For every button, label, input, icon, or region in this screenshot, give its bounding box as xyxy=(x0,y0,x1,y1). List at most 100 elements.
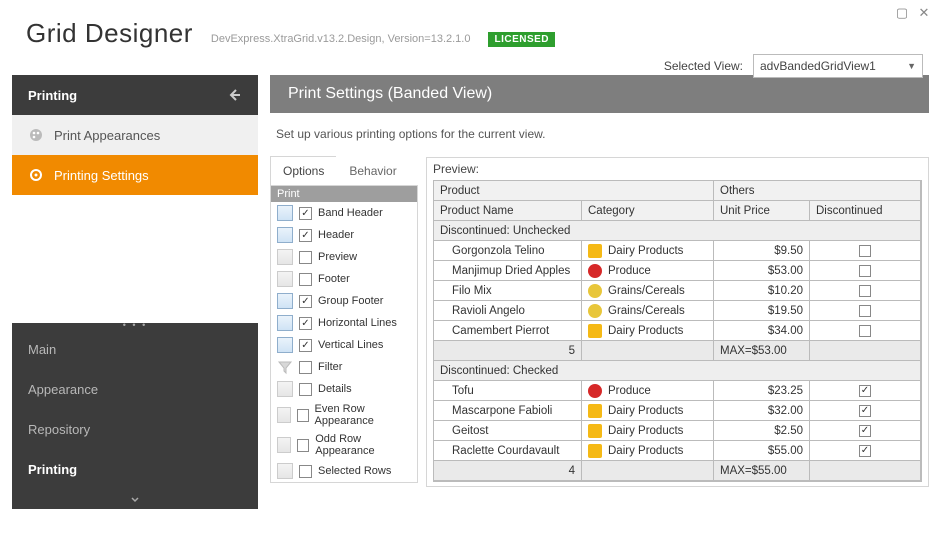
cell-price: $10.20 xyxy=(714,281,810,301)
col-discontinued: Discontinued xyxy=(810,201,921,221)
option-label: Preview xyxy=(318,251,357,263)
cell-discontinued xyxy=(810,401,921,421)
option-icon xyxy=(277,271,293,287)
sidebar-nav-repository[interactable]: Repository xyxy=(12,409,258,449)
discontinued-checkbox xyxy=(859,305,871,317)
category-icon xyxy=(588,324,602,338)
sidebar-item-print-appearances[interactable]: Print Appearances xyxy=(12,115,258,155)
selected-view-dropdown[interactable]: advBandedGridView1 ▼ xyxy=(753,54,923,78)
category-icon xyxy=(588,444,602,458)
cell-name: Ravioli Angelo xyxy=(434,301,582,321)
cell-discontinued xyxy=(810,261,921,281)
option-horizontal-lines[interactable]: Horizontal Lines xyxy=(271,312,417,334)
option-footer[interactable]: Footer xyxy=(271,268,417,290)
table-row: Ravioli AngeloGrains/Cereals$19.50 xyxy=(434,301,921,321)
cell-name: Geitost xyxy=(434,421,582,441)
option-checkbox[interactable] xyxy=(299,229,312,242)
option-checkbox[interactable] xyxy=(299,339,312,352)
option-header[interactable]: Header xyxy=(271,224,417,246)
gear-icon xyxy=(28,167,44,183)
discontinued-checkbox xyxy=(859,245,871,257)
option-icon xyxy=(277,359,293,375)
summary-blank2 xyxy=(810,461,921,481)
group-row: Discontinued: Unchecked xyxy=(434,221,921,241)
preview-grid: Product Others Product Name Category Uni… xyxy=(433,180,922,482)
tab-behavior[interactable]: Behavior xyxy=(336,156,409,185)
sidebar-nav-appearance[interactable]: Appearance xyxy=(12,369,258,409)
table-row: Manjimup Dried ApplesProduce$53.00 xyxy=(434,261,921,281)
option-label: Filter xyxy=(318,361,342,373)
option-checkbox[interactable] xyxy=(299,361,312,374)
app-title: Grid Designer xyxy=(26,18,193,49)
option-label: Even Row Appearance xyxy=(315,403,411,427)
options-panel: Print Band HeaderHeaderPreviewFooterGrou… xyxy=(270,185,418,483)
discontinued-checkbox xyxy=(859,285,871,297)
option-label: Band Header xyxy=(318,207,383,219)
option-label: Group Footer xyxy=(318,295,383,307)
table-row: Filo MixGrains/Cereals$10.20 xyxy=(434,281,921,301)
option-selected-rows[interactable]: Selected Rows xyxy=(271,460,417,482)
option-checkbox[interactable] xyxy=(299,317,312,330)
option-filter[interactable]: Filter xyxy=(271,356,417,378)
discontinued-checkbox xyxy=(859,265,871,277)
cell-discontinued xyxy=(810,421,921,441)
summary-count: 4 xyxy=(434,461,582,481)
tab-options[interactable]: Options xyxy=(270,156,337,185)
summary-blank2 xyxy=(810,341,921,361)
option-checkbox[interactable] xyxy=(299,465,312,478)
cell-price: $34.00 xyxy=(714,321,810,341)
option-icon xyxy=(277,227,293,243)
back-arrow-icon[interactable] xyxy=(226,87,242,103)
cell-category: Dairy Products xyxy=(582,241,714,261)
option-vertical-lines[interactable]: Vertical Lines xyxy=(271,334,417,356)
category-icon xyxy=(588,424,602,438)
sidebar: Printing Print Appearances Printing Sett… xyxy=(12,75,258,509)
option-even-row-appearance[interactable]: Even Row Appearance xyxy=(271,400,417,430)
option-checkbox[interactable] xyxy=(299,207,312,220)
sidebar-section-header[interactable]: Printing xyxy=(12,75,258,115)
option-details[interactable]: Details xyxy=(271,378,417,400)
option-preview[interactable]: Preview xyxy=(271,246,417,268)
option-label: Selected Rows xyxy=(318,465,391,477)
cell-price: $55.00 xyxy=(714,441,810,461)
table-row: Raclette CourdavaultDairy Products$55.00 xyxy=(434,441,921,461)
option-checkbox[interactable] xyxy=(299,295,312,308)
discontinued-checkbox xyxy=(859,405,871,417)
option-icon xyxy=(277,293,293,309)
cell-category: Produce xyxy=(582,381,714,401)
summary-max: MAX=$55.00 xyxy=(714,461,810,481)
category-icon xyxy=(588,284,602,298)
table-row: Camembert PierrotDairy Products$34.00 xyxy=(434,321,921,341)
selected-view-label: Selected View: xyxy=(664,59,743,73)
preview-panel: Preview: Product Others Product Name Cat… xyxy=(426,157,929,487)
close-icon[interactable]: ✕ xyxy=(917,6,931,20)
cell-price: $23.25 xyxy=(714,381,810,401)
sidebar-nav-main[interactable]: Main xyxy=(12,329,258,369)
cell-category: Dairy Products xyxy=(582,441,714,461)
category-icon xyxy=(588,244,602,258)
option-icon xyxy=(277,249,293,265)
category-icon xyxy=(588,404,602,418)
option-checkbox[interactable] xyxy=(297,409,308,422)
cell-discontinued xyxy=(810,301,921,321)
maximize-icon[interactable]: ▢ xyxy=(895,6,909,20)
band-product: Product xyxy=(434,181,714,201)
option-checkbox[interactable] xyxy=(299,273,312,286)
sidebar-nav-printing[interactable]: Printing xyxy=(12,449,258,489)
option-odd-row-appearance[interactable]: Odd Row Appearance xyxy=(271,430,417,460)
cell-discontinued xyxy=(810,281,921,301)
option-label: Details xyxy=(318,383,352,395)
option-band-header[interactable]: Band Header xyxy=(271,202,417,224)
chevron-down-icon: ▼ xyxy=(907,61,916,71)
option-checkbox[interactable] xyxy=(299,383,312,396)
panel-description: Set up various printing options for the … xyxy=(270,113,929,157)
sidebar-item-printing-settings[interactable]: Printing Settings xyxy=(12,155,258,195)
option-checkbox[interactable] xyxy=(299,251,312,264)
assembly-info: DevExpress.XtraGrid.v13.2.Design, Versio… xyxy=(211,33,471,45)
cell-name: Filo Mix xyxy=(434,281,582,301)
option-label: Header xyxy=(318,229,354,241)
option-checkbox[interactable] xyxy=(297,439,309,452)
option-icon xyxy=(277,463,293,479)
sidebar-expand-button[interactable] xyxy=(12,489,258,509)
option-group-footer[interactable]: Group Footer xyxy=(271,290,417,312)
